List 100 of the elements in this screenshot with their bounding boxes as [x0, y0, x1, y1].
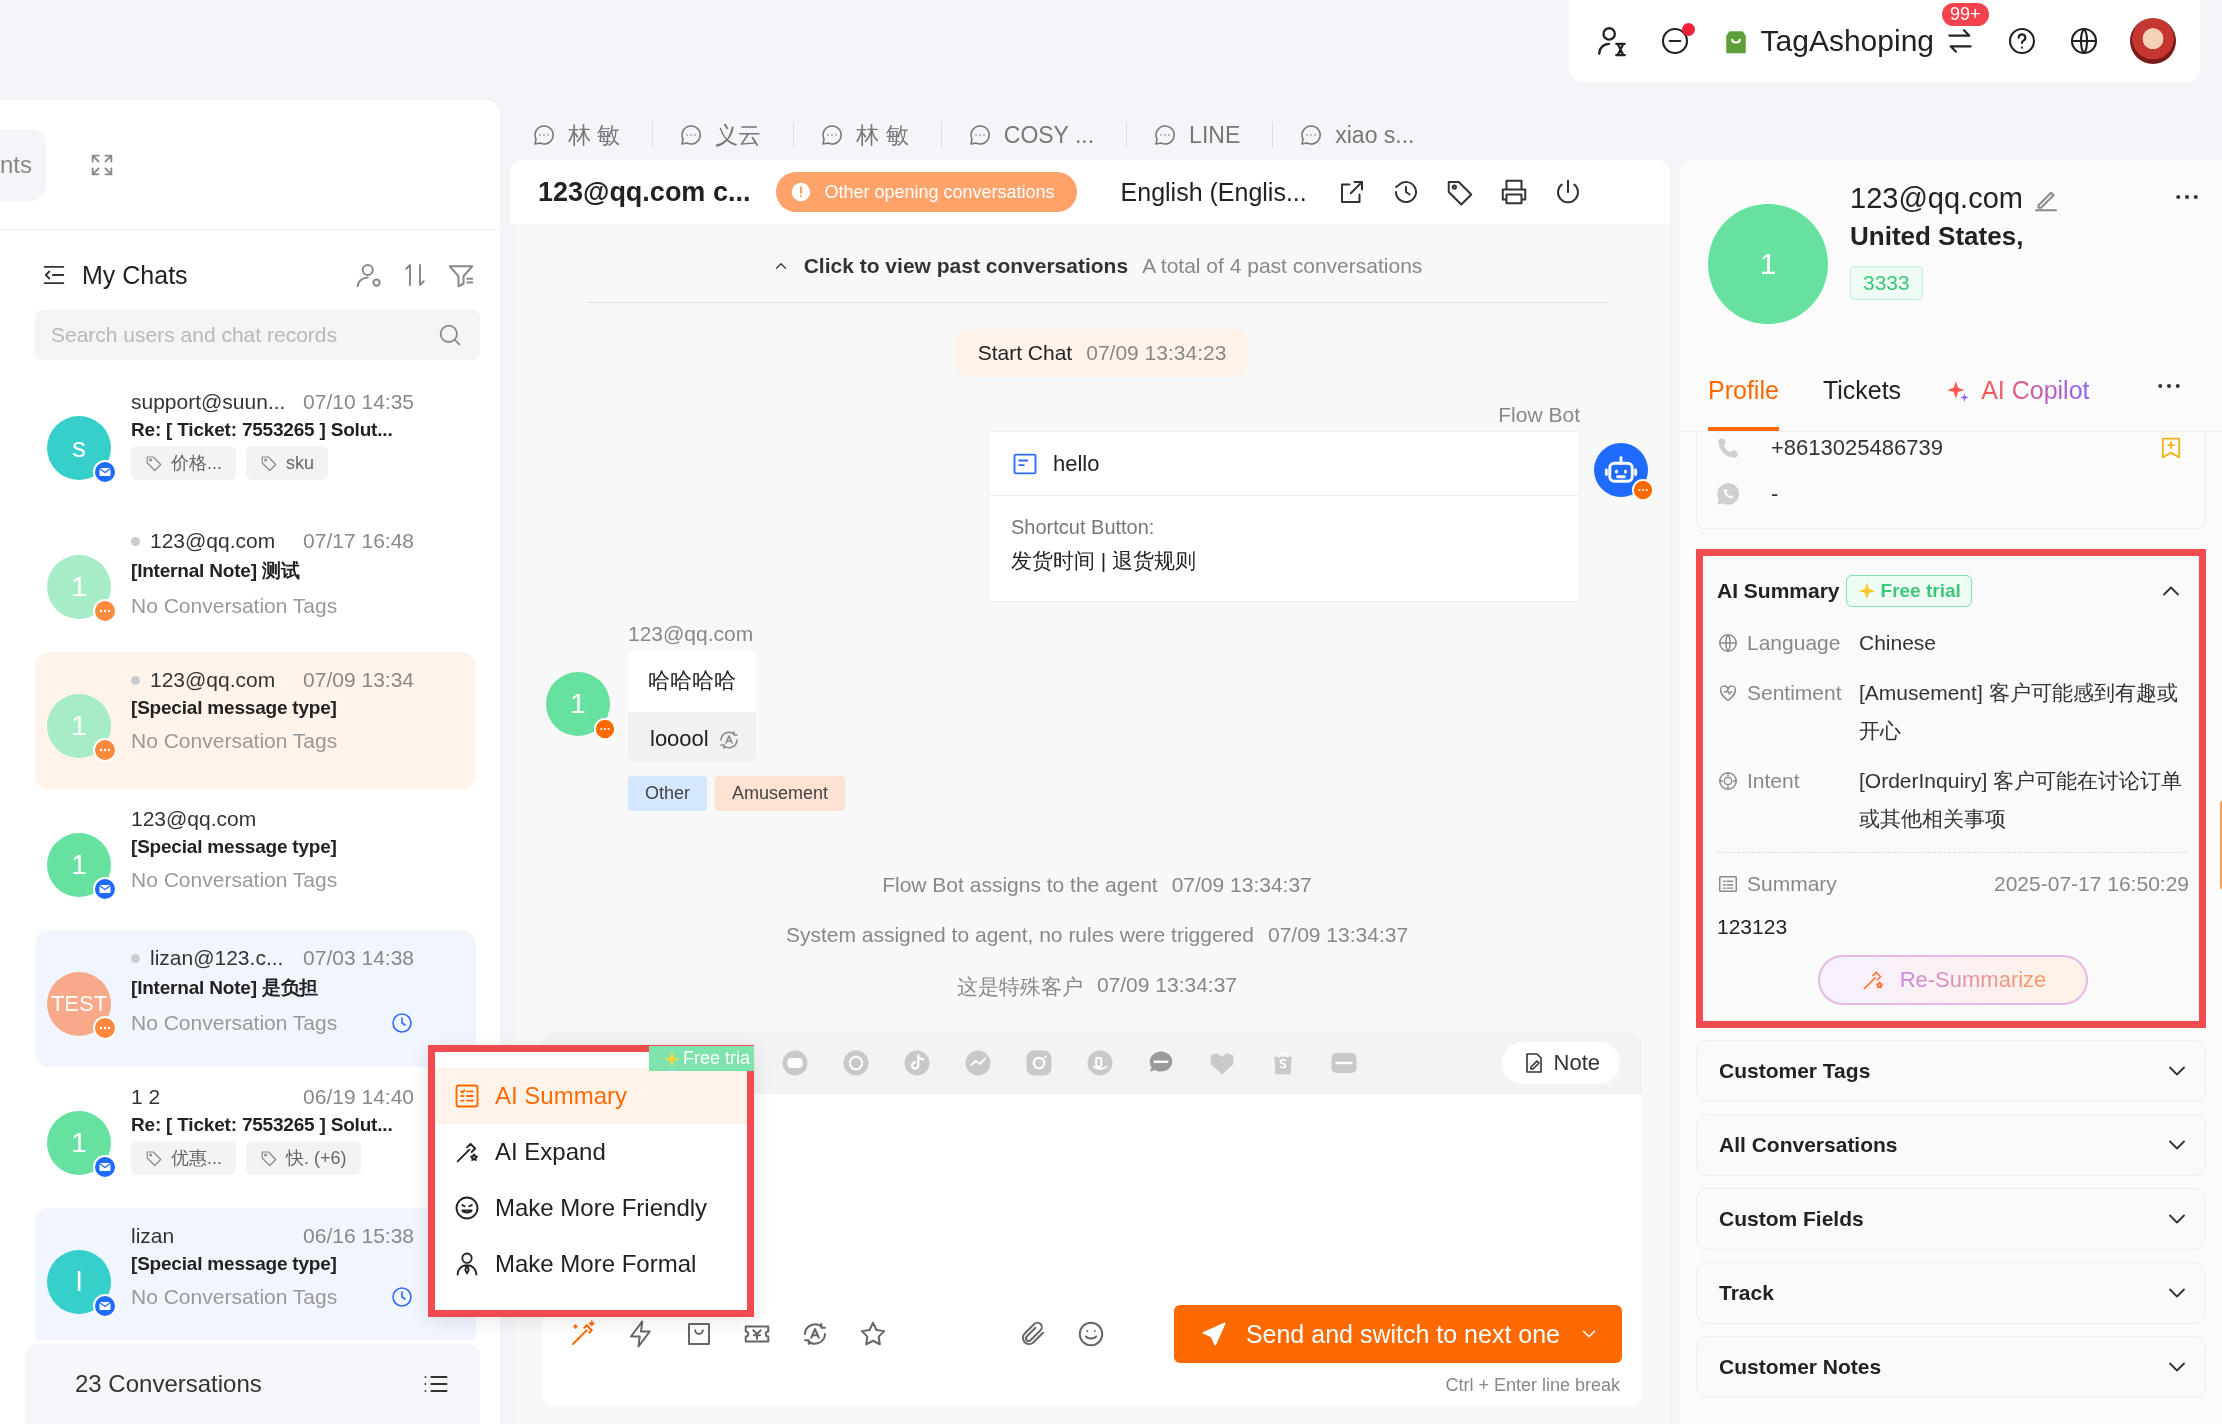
field-value: [OrderInquiry] 客户可能在讨论订单或其他相关事项: [1859, 768, 2184, 832]
timestamp: 06/16 15:38: [303, 1224, 414, 1248]
tag-label: 价格...: [171, 452, 222, 475]
tag-icon: [145, 1149, 163, 1167]
section-title: Customer Tags: [1719, 1059, 1871, 1083]
card-title: hello: [1053, 450, 1100, 477]
system-message: System assigned to agent, no rules were triggered: [785, 923, 1254, 947]
field-label: Sentiment: [1747, 681, 1842, 705]
note-button[interactable]: Note: [1501, 1042, 1620, 1084]
tag-icon: [145, 454, 163, 472]
chat-tab[interactable]: xiao s...: [1299, 122, 1447, 148]
start-chat-label: Start Chat: [977, 341, 1073, 365]
avatar: 1: [47, 1111, 111, 1175]
sender-name: Flow Bot: [1498, 403, 1580, 427]
system-message: 这是特殊客户: [956, 974, 1083, 1000]
chat-item[interactable]: TEST lizan@123.c... 07/03 14:38 [Internal Note] 是负担 No Conversation Tags: [35, 930, 476, 1067]
chat-tab[interactable]: COSY ...: [967, 122, 1128, 148]
message-preview: [Internal Note] 测试: [131, 559, 300, 583]
tags-note: No Conversation Tags: [131, 868, 338, 892]
contact-name: 123@qq.com: [131, 807, 257, 831]
field-value: [Amusement] 客户可能感到有趣或开心: [1859, 680, 2179, 744]
tag-icon: [260, 454, 278, 472]
message-preview: [Special message type]: [131, 836, 337, 858]
system-message: Flow Bot assigns to the agent: [882, 873, 1158, 897]
language-selector[interactable]: English (Englis...: [1120, 177, 1307, 207]
timestamp: 07/03 14:38: [303, 946, 414, 970]
contact-value: -: [1771, 481, 1780, 507]
past-conversations-link[interactable]: Click to view past conversations: [771, 254, 1129, 278]
message-tag: Amusement: [715, 776, 846, 811]
chat-bubble-icon: [820, 123, 845, 147]
chat-item[interactable]: 1 123@qq.com 07/17 16:48 [Internal Note] 测试 No Conversation Tags: [35, 513, 476, 650]
collapsible-section[interactable]: Customer Tags: [1696, 1040, 2206, 1102]
customer-location: United States,: [1850, 221, 2024, 252]
tags-note: No Conversation Tags: [131, 594, 338, 618]
chat-item[interactable]: s support@suun... 07/10 14:35 Re: [ Ticket: 7553265 ] Solut... 价格... sku: [35, 374, 476, 511]
shortcut-hint: Ctrl + Enter line break: [542, 1371, 1642, 1406]
collapsible-section[interactable]: Customer Notes: [1696, 1336, 2206, 1398]
panel-tab[interactable]: Tickets: [1822, 376, 1902, 431]
chat-item[interactable]: 1 123@qq.com 07/09 13:34 [Special message type] No Conversation Tags: [35, 652, 476, 789]
section-title: Custom Fields: [1719, 1207, 1864, 1231]
heart-icon: [1717, 682, 1739, 704]
tag-label: 优惠...: [171, 1147, 222, 1170]
past-conversations-note: A total of 4 past conversations: [1142, 254, 1423, 278]
chat-tab[interactable]: 林 敏: [532, 122, 654, 148]
chat-tab[interactable]: 林 敏: [820, 122, 942, 148]
emoji-icon[interactable]: [1076, 1319, 1106, 1349]
message-text: looool: [650, 726, 709, 752]
chat-tab[interactable]: LINE: [1153, 122, 1274, 148]
store-name[interactable]: TagAshoping: [1760, 24, 1934, 58]
message-preview: Re: [ Ticket: 7553265 ] Solut...: [131, 419, 393, 441]
timestamp: 2025-07-17 16:50:29: [1994, 872, 2189, 896]
target-icon: [1717, 770, 1739, 792]
tags-note: No Conversation Tags: [131, 1011, 338, 1035]
search-field[interactable]: Search users and chat records: [35, 310, 480, 360]
timestamp: 06/19 14:40: [303, 1085, 414, 1109]
collapsible-section[interactable]: Custom Fields: [1696, 1188, 2206, 1250]
avatar: 1: [1708, 204, 1828, 324]
customer-email: 123@qq.com: [1850, 182, 2023, 215]
panel-tab[interactable]: AI Copilot: [1945, 376, 2090, 431]
chat-tab[interactable]: 义云: [679, 122, 795, 148]
user-avatar[interactable]: [2130, 18, 2176, 64]
chat-bubble-icon: [1299, 123, 1324, 147]
tag-icon: [260, 1149, 278, 1167]
contact-name: support@suun...: [131, 390, 286, 414]
timestamp: 07/09 13:34: [303, 668, 414, 692]
globe-icon: [1717, 632, 1739, 654]
chat-icon: [1632, 479, 1654, 501]
notification-badge: 99+: [1942, 3, 1989, 26]
tags-note: No Conversation Tags: [131, 729, 338, 753]
message-tag: Other: [628, 776, 708, 811]
chat-bubble-icon: [532, 123, 556, 147]
chat-bubble-icon: [679, 123, 704, 147]
globe-icon[interactable]: [2068, 25, 2100, 57]
avatar: l: [47, 1250, 111, 1314]
collapsible-section[interactable]: All Conversations: [1696, 1114, 2206, 1176]
section-title: All Conversations: [1719, 1133, 1898, 1157]
message-preview: [Special message type]: [131, 697, 337, 719]
summary-text: 123123: [1717, 915, 1789, 939]
chat-item[interactable]: 1 123@qq.com [Special message type] No Conversation Tags: [35, 791, 476, 928]
whatsapp-icon: [1715, 481, 1741, 507]
contact-value: +8613025486739: [1771, 435, 1944, 461]
chat-item[interactable]: l lizan 06/16 15:38 [Special message type] No Conversation Tags: [35, 1208, 476, 1340]
chat-icon: [594, 718, 616, 740]
field-label: Language: [1747, 631, 1841, 655]
contact-name: lizan: [131, 1224, 175, 1248]
timestamp: 07/09 13:34:23: [1086, 341, 1227, 365]
avatar: TEST: [47, 972, 111, 1036]
contact-name: 1 2: [131, 1085, 161, 1109]
timestamp: 07/10 14:35: [303, 390, 414, 414]
shortcut-buttons: 发货时间 | 退货规则: [1011, 547, 1557, 575]
message-preview: [Special message type]: [131, 1253, 337, 1275]
chat-bubble-icon: [1153, 123, 1178, 147]
avatar: 1: [47, 833, 111, 897]
help-icon[interactable]: [2006, 25, 2038, 57]
message-preview: Re: [ Ticket: 7553265 ] Solut...: [131, 1114, 393, 1136]
contact-name: lizan@123.c...: [150, 946, 284, 970]
collapsible-section[interactable]: Track: [1696, 1262, 2206, 1324]
smiley-icon: [453, 1194, 481, 1222]
timestamp: 07/09 13:34:37: [1171, 873, 1312, 897]
contact-name: 123@qq.com: [150, 668, 276, 692]
